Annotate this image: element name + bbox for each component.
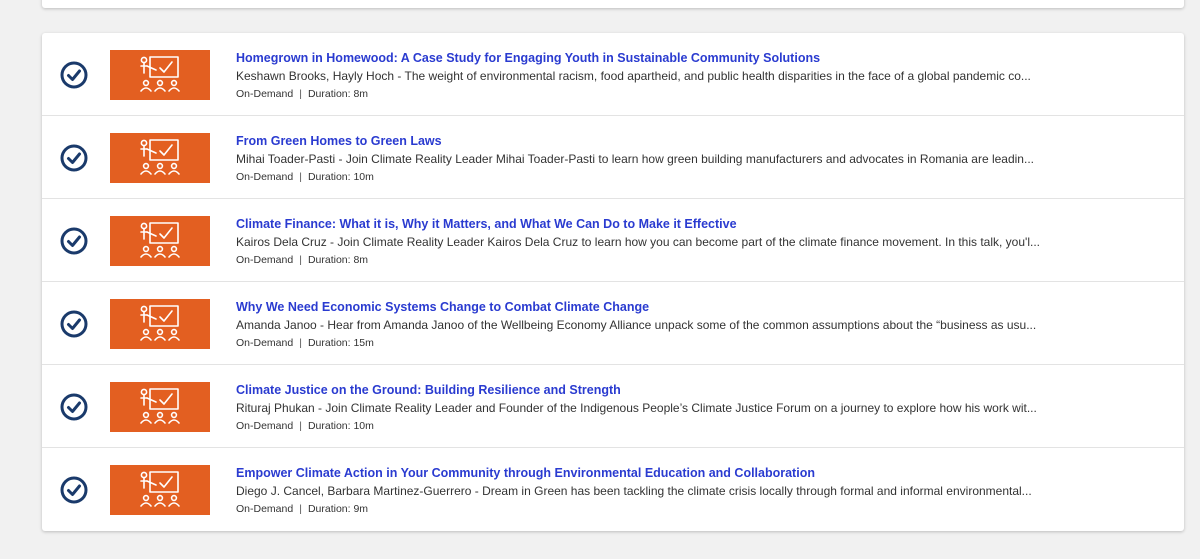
- session-format: On-Demand: [236, 337, 294, 349]
- meta-separator: |: [299, 503, 302, 515]
- session-meta: On-Demand | Duration: 8m: [236, 252, 1056, 268]
- session-format: On-Demand: [236, 503, 294, 515]
- presentation-audience-icon: [140, 56, 180, 92]
- session-title-link[interactable]: Why We Need Economic Systems Change to C…: [236, 298, 1056, 316]
- presentation-audience-icon: [140, 305, 180, 341]
- session-description: Keshawn Brooks, Hayly Hoch - The weight …: [236, 69, 1031, 83]
- session-thumbnail[interactable]: [110, 133, 210, 183]
- check-circle-icon[interactable]: [60, 227, 88, 255]
- session-row[interactable]: Empower Climate Action in Your Community…: [42, 448, 1184, 531]
- presentation-audience-icon: [140, 471, 180, 507]
- session-thumbnail[interactable]: [110, 299, 210, 349]
- session-meta: On-Demand | Duration: 8m: [236, 86, 1056, 102]
- session-description: Amanda Janoo - Hear from Amanda Janoo of…: [236, 318, 1037, 332]
- session-meta: On-Demand | Duration: 15m: [236, 335, 1056, 351]
- session-title-link[interactable]: From Green Homes to Green Laws: [236, 132, 1056, 150]
- meta-separator: |: [299, 420, 302, 432]
- session-row[interactable]: Climate Finance: What it is, Why it Matt…: [42, 199, 1184, 282]
- session-description: Rituraj Phukan - Join Climate Reality Le…: [236, 401, 1037, 415]
- session-duration: Duration: 8m: [307, 88, 369, 100]
- meta-separator: |: [299, 88, 302, 100]
- session-title-link[interactable]: Climate Justice on the Ground: Building …: [236, 381, 1056, 399]
- check-circle-icon[interactable]: [60, 61, 88, 89]
- session-thumbnail[interactable]: [110, 382, 210, 432]
- session-duration: Duration: 9m: [307, 503, 369, 515]
- session-duration: Duration: 8m: [307, 254, 369, 266]
- check-circle-icon[interactable]: [60, 476, 88, 504]
- check-circle-icon[interactable]: [60, 310, 88, 338]
- presentation-audience-icon: [140, 222, 180, 258]
- session-duration: Duration: 15m: [307, 337, 374, 349]
- session-duration: Duration: 10m: [307, 171, 374, 183]
- check-circle-icon[interactable]: [60, 393, 88, 421]
- previous-card: [42, 0, 1184, 8]
- session-format: On-Demand: [236, 254, 294, 266]
- session-title-link[interactable]: Empower Climate Action in Your Community…: [236, 464, 1056, 482]
- session-description: Mihai Toader-Pasti - Join Climate Realit…: [236, 152, 1034, 166]
- session-row[interactable]: From Green Homes to Green Laws Mihai Toa…: [42, 116, 1184, 199]
- session-title-link[interactable]: Climate Finance: What it is, Why it Matt…: [236, 215, 1056, 233]
- meta-separator: |: [299, 171, 302, 183]
- presentation-audience-icon: [140, 388, 180, 424]
- session-list: Homegrown in Homewood: A Case Study for …: [42, 33, 1184, 531]
- session-thumbnail[interactable]: [110, 465, 210, 515]
- session-meta: On-Demand | Duration: 10m: [236, 418, 1056, 434]
- presentation-audience-icon: [140, 139, 180, 175]
- session-description: Kairos Dela Cruz - Join Climate Reality …: [236, 235, 1040, 249]
- session-format: On-Demand: [236, 171, 294, 183]
- session-thumbnail[interactable]: [110, 50, 210, 100]
- session-title-link[interactable]: Homegrown in Homewood: A Case Study for …: [236, 49, 1056, 67]
- session-duration: Duration: 10m: [307, 420, 374, 432]
- session-meta: On-Demand | Duration: 9m: [236, 501, 1056, 517]
- session-row[interactable]: Climate Justice on the Ground: Building …: [42, 365, 1184, 448]
- check-circle-icon[interactable]: [60, 144, 88, 172]
- session-description: Diego J. Cancel, Barbara Martinez-Guerre…: [236, 484, 1032, 498]
- session-format: On-Demand: [236, 420, 294, 432]
- session-row[interactable]: Why We Need Economic Systems Change to C…: [42, 282, 1184, 365]
- meta-separator: |: [299, 337, 302, 349]
- meta-separator: |: [299, 254, 302, 266]
- session-row[interactable]: Homegrown in Homewood: A Case Study for …: [42, 33, 1184, 116]
- session-meta: On-Demand | Duration: 10m: [236, 169, 1056, 185]
- session-thumbnail[interactable]: [110, 216, 210, 266]
- session-format: On-Demand: [236, 88, 294, 100]
